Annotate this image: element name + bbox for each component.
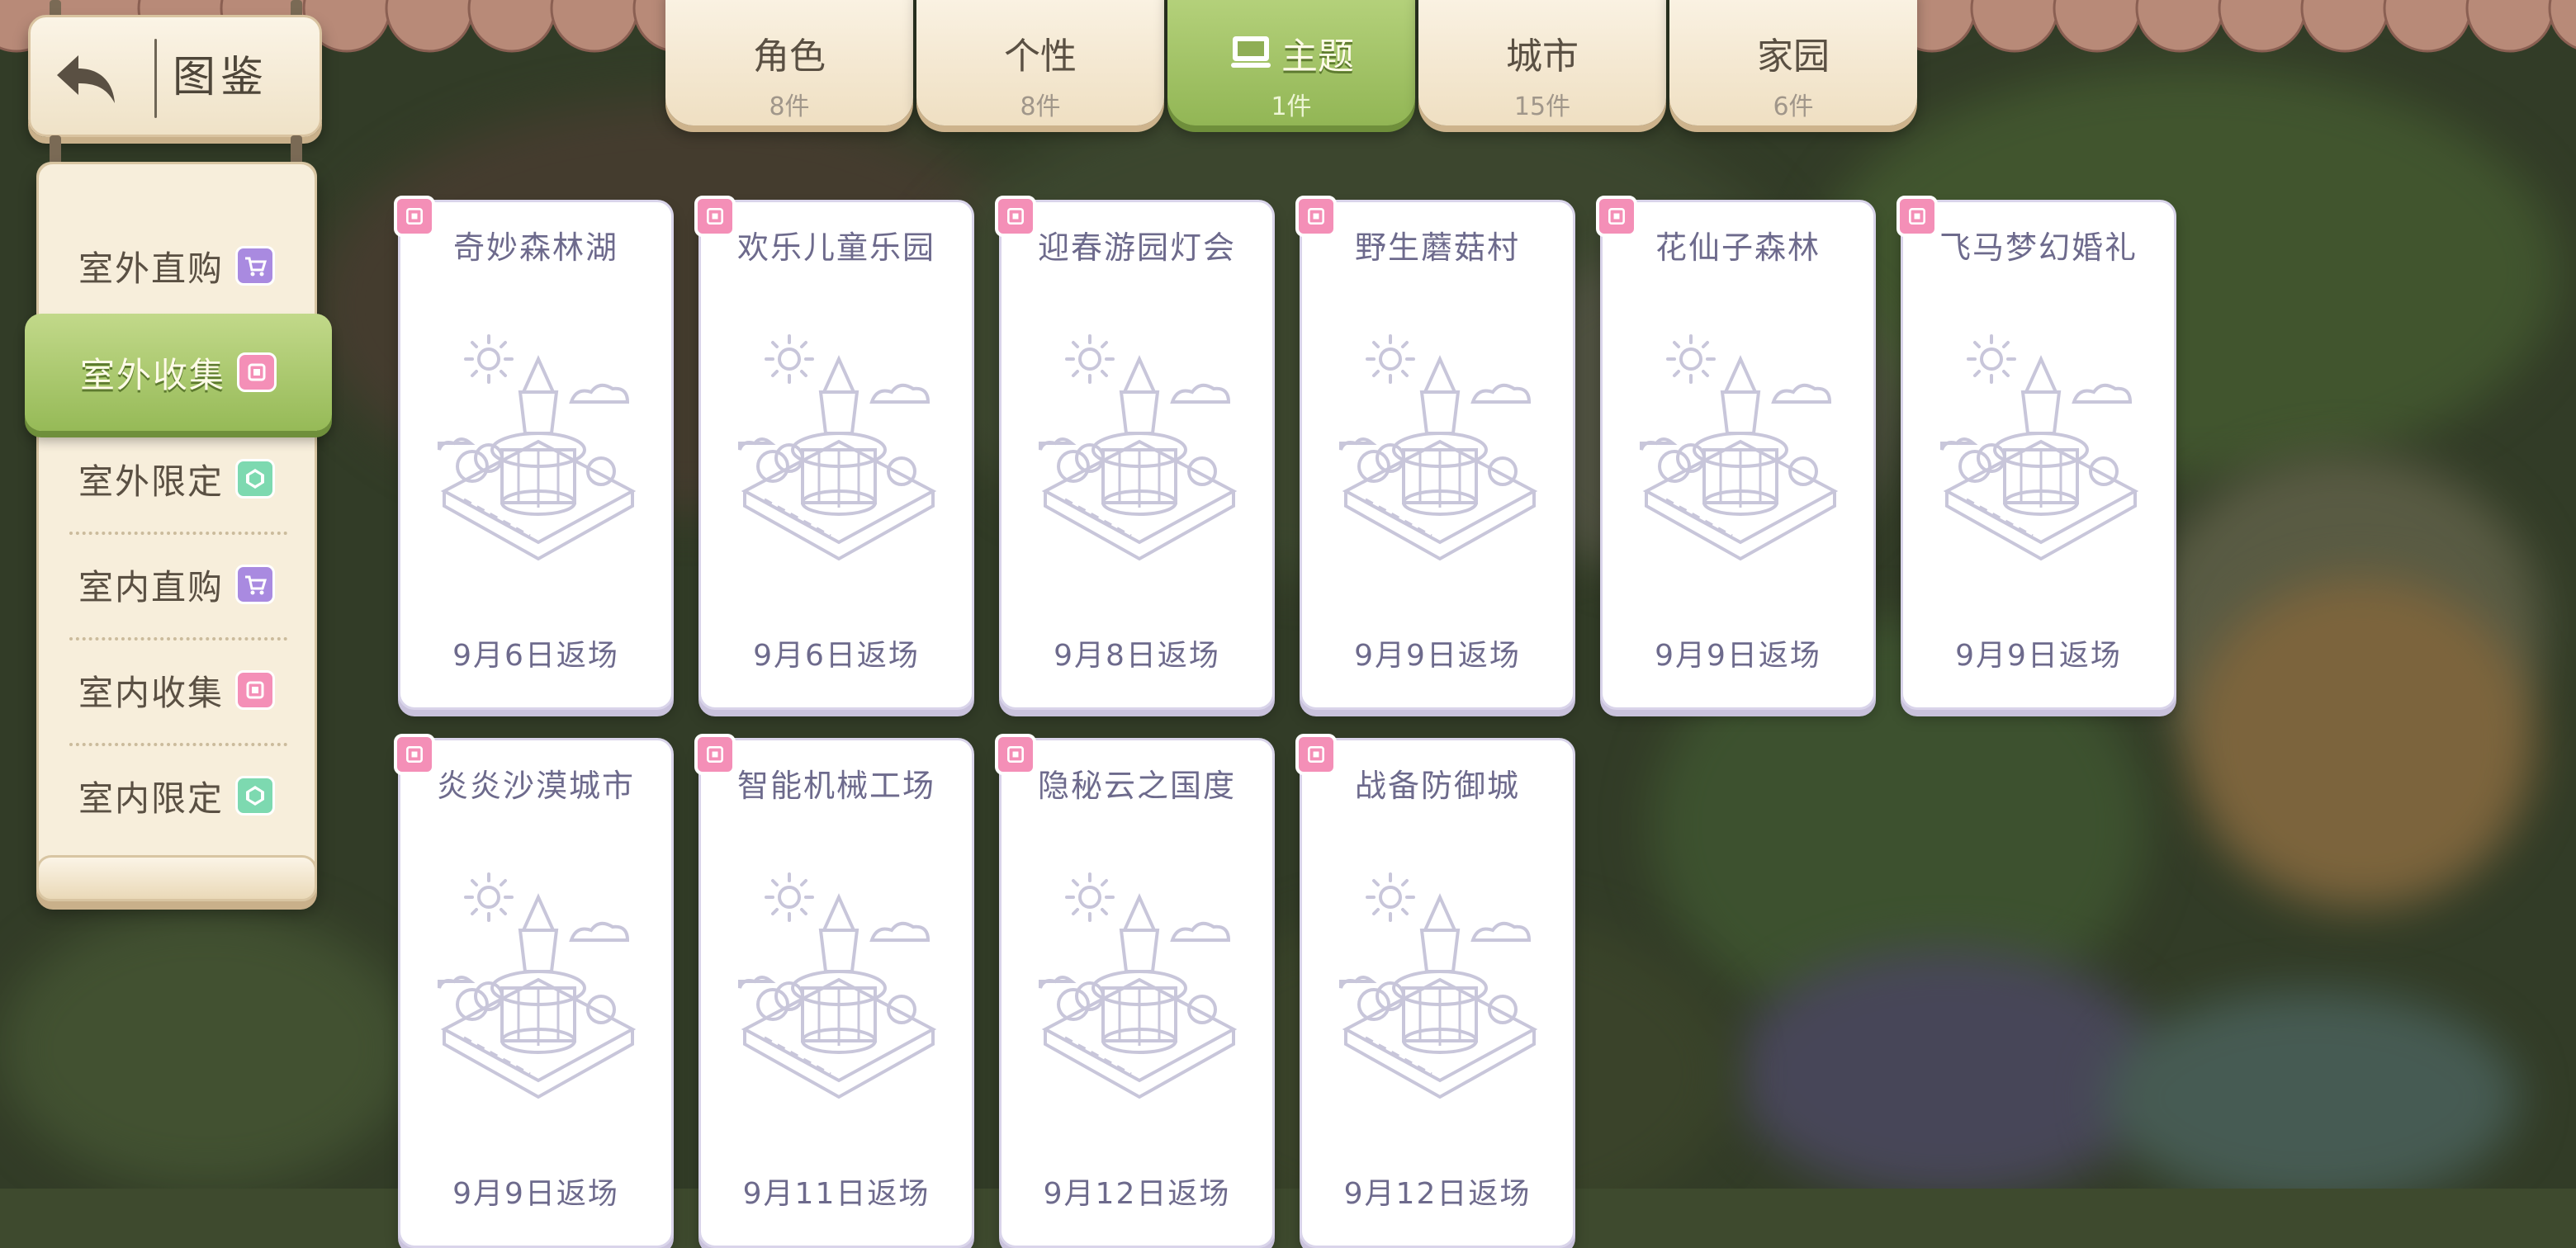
return-date: 9月9日返场 — [1655, 639, 1821, 673]
theme-screen-icon — [1231, 36, 1271, 68]
back-arrow-icon[interactable] — [45, 37, 128, 120]
collect-frame-icon — [235, 670, 275, 710]
tab-label: 城市 — [1506, 35, 1579, 78]
category-label: 室外直购 — [78, 248, 224, 289]
theme-card[interactable]: 战备防御城 9月12日返场 — [1295, 734, 1575, 1248]
theme-card[interactable]: 隐秘云之国度 9月12日返场 — [995, 734, 1275, 1248]
tab-personality[interactable]: 个性 8件 — [916, 0, 1164, 125]
theme-silhouette-icon — [1339, 334, 1536, 560]
shop-cart-icon — [235, 565, 275, 604]
theme-name: 欢乐儿童乐园 — [736, 229, 935, 266]
shop-cart-icon — [235, 246, 275, 286]
theme-card[interactable]: 炎炎沙漠城市 9月9日返场 — [394, 734, 674, 1248]
theme-silhouette-icon — [438, 334, 634, 560]
limited-gem-icon — [235, 459, 275, 499]
tab-characters[interactable]: 角色 8件 — [665, 0, 913, 125]
tab-count: 1件 — [1271, 92, 1312, 121]
theme-name: 炎炎沙漠城市 — [436, 768, 635, 804]
theme-card[interactable]: 花仙子森林 9月9日返场 — [1596, 196, 1876, 710]
tab-label: 个性 — [1004, 35, 1077, 78]
theme-card[interactable]: 野生蘑菇村 9月9日返场 — [1295, 196, 1575, 710]
return-date: 9月6日返场 — [753, 639, 920, 673]
theme-name: 野生蘑菇村 — [1354, 229, 1520, 266]
page-title: 图鉴 — [173, 53, 269, 102]
theme-silhouette-icon — [1339, 872, 1536, 1099]
tab-home[interactable]: 家园 6件 — [1669, 0, 1917, 125]
theme-name: 花仙子森林 — [1655, 229, 1821, 266]
category-label: 室外限定 — [78, 461, 224, 502]
category-outdoor-direct-buy[interactable]: 室外直购 — [36, 213, 317, 319]
tab-count: 6件 — [1773, 92, 1814, 121]
theme-silhouette-icon — [438, 872, 634, 1099]
theme-card[interactable]: 欢乐儿童乐园 9月6日返场 — [694, 196, 974, 710]
theme-card[interactable]: 飞马梦幻婚礼 9月9日返场 — [1896, 196, 2176, 710]
collect-frame-icon — [237, 352, 277, 392]
category-label: 室外收集 — [79, 354, 225, 395]
theme-name: 隐秘云之国度 — [1037, 768, 1236, 804]
category-outdoor-collect[interactable]: 室外收集 — [25, 314, 332, 431]
theme-name: 飞马梦幻婚礼 — [1939, 229, 2138, 266]
return-date: 9月12日返场 — [1343, 1177, 1532, 1211]
tab-count: 8件 — [1020, 92, 1061, 121]
tab-label: 角色 — [753, 35, 826, 78]
return-date: 9月8日返场 — [1054, 639, 1220, 673]
category-label: 室内限定 — [78, 778, 224, 819]
theme-card[interactable]: 奇妙森林湖 9月6日返场 — [394, 196, 674, 710]
tab-themes[interactable]: 主题 1件 — [1167, 0, 1415, 125]
tab-label: 家园 — [1757, 35, 1830, 78]
panel-bottom-cap — [36, 855, 317, 901]
return-date: 9月12日返场 — [1043, 1177, 1231, 1211]
return-date: 9月9日返场 — [452, 1177, 619, 1211]
return-date: 9月11日返场 — [742, 1177, 930, 1211]
theme-card[interactable]: 智能机械工场 9月11日返场 — [694, 734, 974, 1248]
theme-silhouette-icon — [738, 334, 935, 560]
tab-label: 主题 — [1281, 35, 1354, 78]
category-label: 室内直购 — [78, 566, 224, 607]
category-indoor-direct-buy[interactable]: 室内直购 — [36, 532, 317, 637]
tab-city[interactable]: 城市 15件 — [1418, 0, 1666, 125]
category-indoor-limited[interactable]: 室内限定 — [36, 743, 317, 849]
divider — [154, 39, 157, 118]
theme-silhouette-icon — [1940, 334, 2137, 560]
return-date: 9月6日返场 — [452, 639, 619, 673]
theme-silhouette-icon — [738, 872, 935, 1099]
theme-silhouette-icon — [1640, 334, 1836, 560]
category-outdoor-limited[interactable]: 室外限定 — [36, 426, 317, 532]
tab-count: 15件 — [1513, 92, 1571, 121]
theme-name: 迎春游园灯会 — [1037, 229, 1236, 266]
limited-gem-icon — [235, 776, 275, 815]
category-indoor-collect[interactable]: 室内收集 — [36, 637, 317, 743]
theme-name: 奇妙森林湖 — [452, 229, 618, 266]
theme-card[interactable]: 迎春游园灯会 9月8日返场 — [995, 196, 1275, 710]
theme-silhouette-icon — [1039, 872, 1235, 1099]
title-sign: 图鉴 — [28, 15, 322, 137]
game-world-background — [0, 0, 2576, 1189]
tab-count: 8件 — [769, 92, 810, 121]
return-date: 9月9日返场 — [1354, 639, 1521, 673]
return-date: 9月9日返场 — [1955, 639, 2122, 673]
category-label: 室内收集 — [78, 672, 224, 713]
theme-name: 战备防御城 — [1354, 768, 1520, 804]
theme-name: 智能机械工场 — [736, 768, 935, 804]
theme-silhouette-icon — [1039, 334, 1235, 560]
